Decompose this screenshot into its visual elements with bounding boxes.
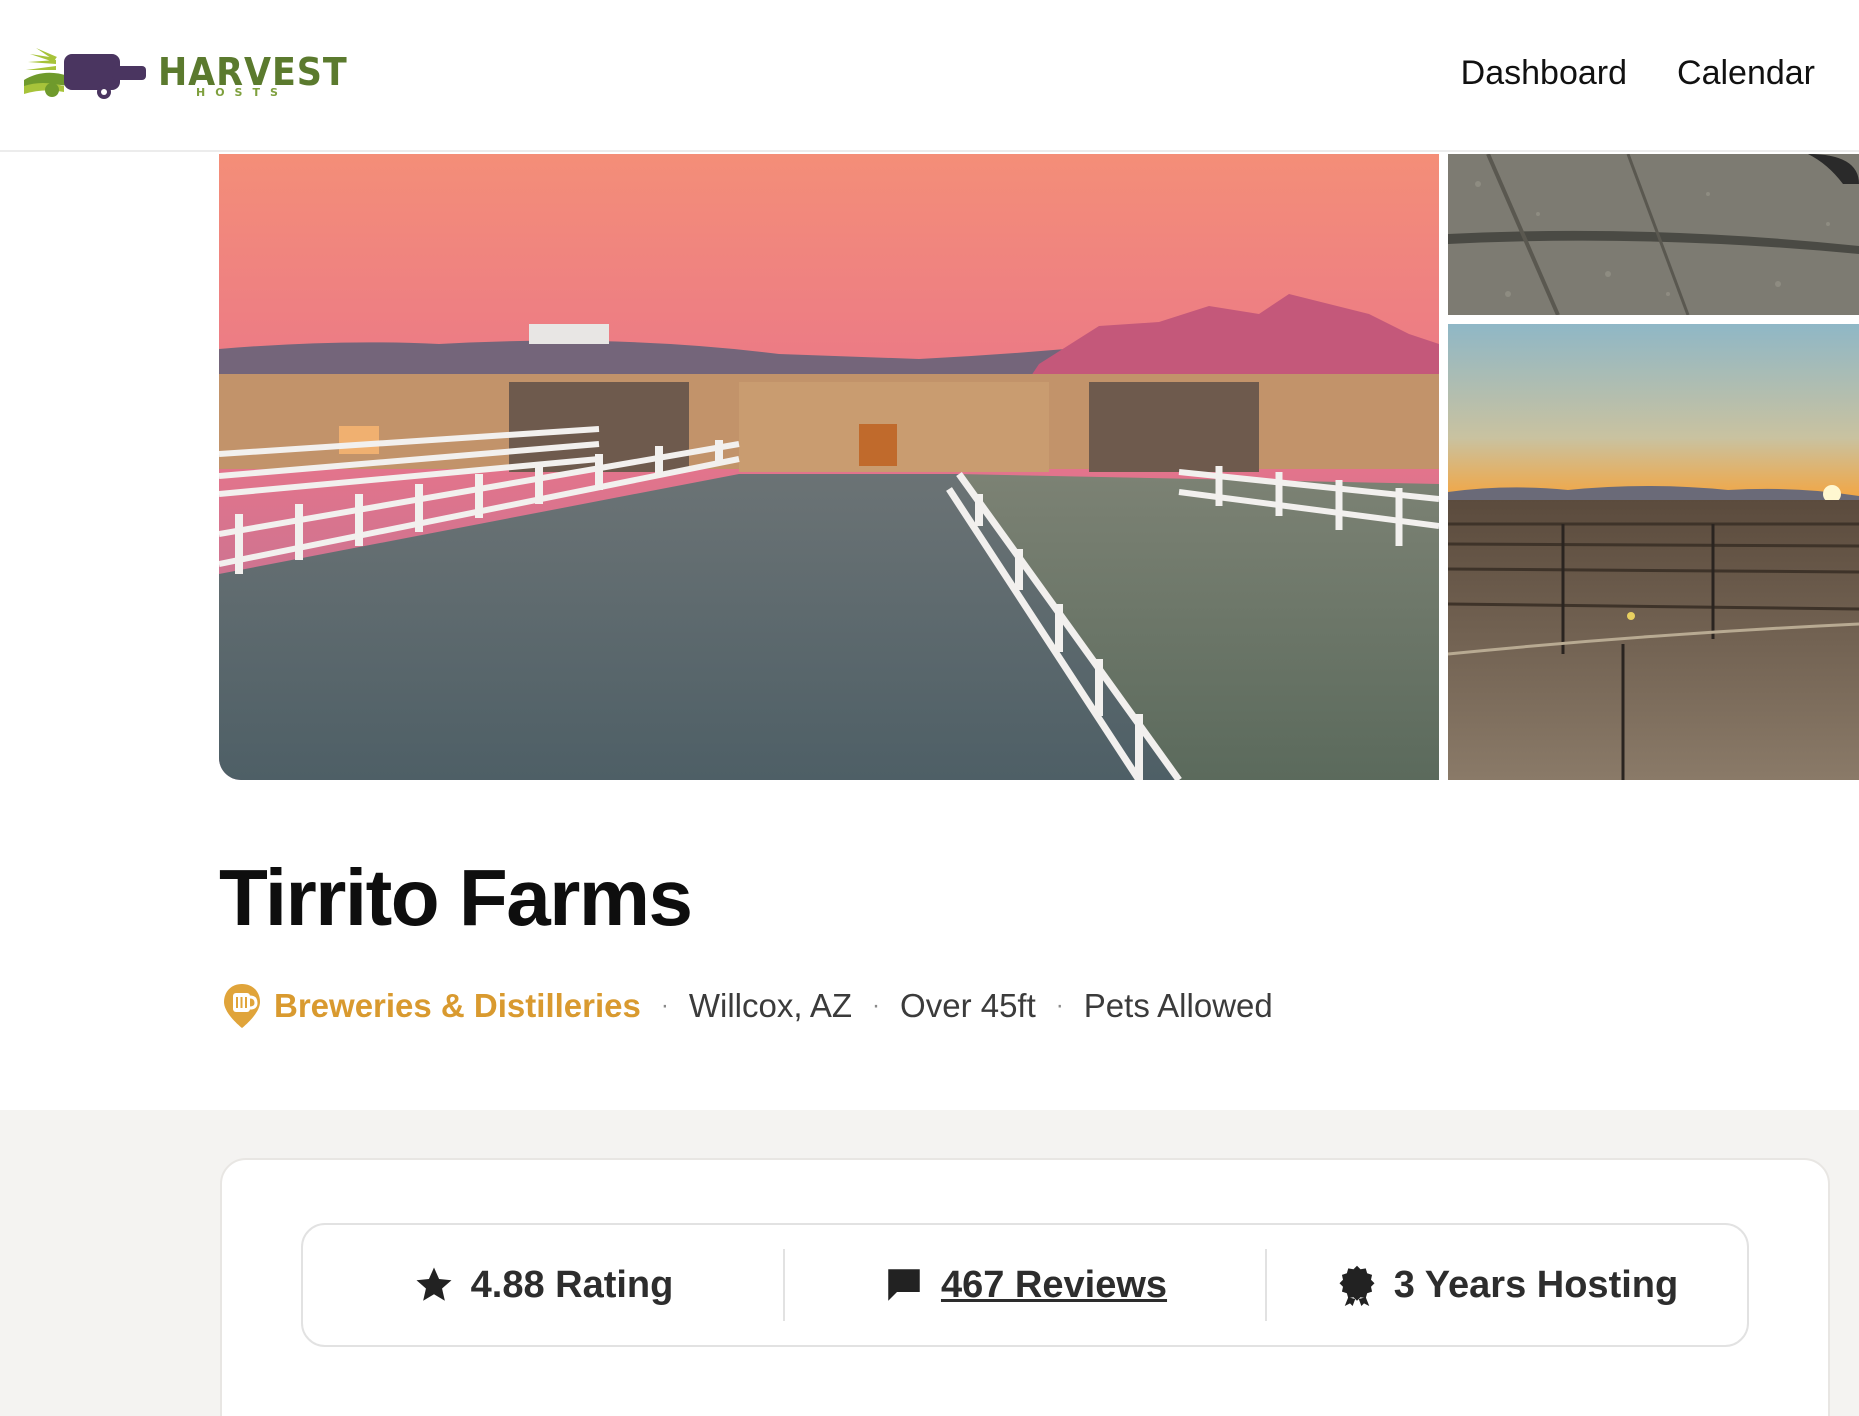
meta-separator: · — [1055, 992, 1064, 1019]
listing-title: Tirrito Farms — [219, 853, 693, 942]
gravel-photo — [1448, 154, 1859, 315]
chat-bubble-icon — [888, 1269, 920, 1301]
location-text: Willcox, AZ — [688, 987, 853, 1024]
meta-separator: · — [872, 992, 881, 1019]
size-limit-text: Over 45ft — [900, 987, 1036, 1024]
category-link[interactable]: Breweries & Distilleries — [274, 987, 641, 1025]
gallery-thumb-gravel[interactable] — [1448, 154, 1859, 315]
harvest-hosts-logo[interactable]: HARVEST HOSTS — [24, 46, 347, 106]
reviews-stat[interactable]: 467 Reviews — [783, 1249, 1265, 1321]
logo-icon — [24, 48, 146, 99]
farm-driveway-photo — [219, 154, 1439, 780]
top-header: HARVEST HOSTS Dashboard Calendar — [0, 0, 1859, 152]
listing-meta-row: Breweries & Distilleries · Willcox, AZ ·… — [222, 980, 1273, 1032]
nav-dashboard[interactable]: Dashboard — [1461, 54, 1627, 93]
gallery-main-photo[interactable] — [219, 154, 1439, 780]
badge-icon — [1339, 1265, 1375, 1306]
reviews-link[interactable]: 467 Reviews — [941, 1264, 1167, 1307]
hosting-label: 3 Years Hosting — [1393, 1263, 1679, 1306]
pets-text: Pets Allowed — [1083, 987, 1273, 1024]
rating-label: 4.88 Rating — [470, 1263, 674, 1306]
gallery-thumb-sunset[interactable] — [1448, 324, 1859, 780]
rating-stat: 4.88 Rating — [303, 1249, 783, 1321]
hosting-stat: 3 Years Hosting — [1265, 1249, 1747, 1321]
meta-separator: · — [660, 992, 669, 1019]
main-nav: Dashboard Calendar — [1461, 54, 1815, 93]
star-icon — [416, 1267, 452, 1301]
stats-bar: 4.88 Rating 467 Reviews 3 Years Hosting — [301, 1223, 1749, 1347]
listing-page: HARVEST HOSTS Dashboard Calendar Tirrito… — [0, 0, 1859, 1416]
brewery-pin-icon — [224, 984, 260, 1028]
logo-subtext: HOSTS — [196, 86, 288, 99]
nav-calendar[interactable]: Calendar — [1677, 54, 1815, 93]
vineyard-sunset-photo — [1448, 324, 1859, 780]
